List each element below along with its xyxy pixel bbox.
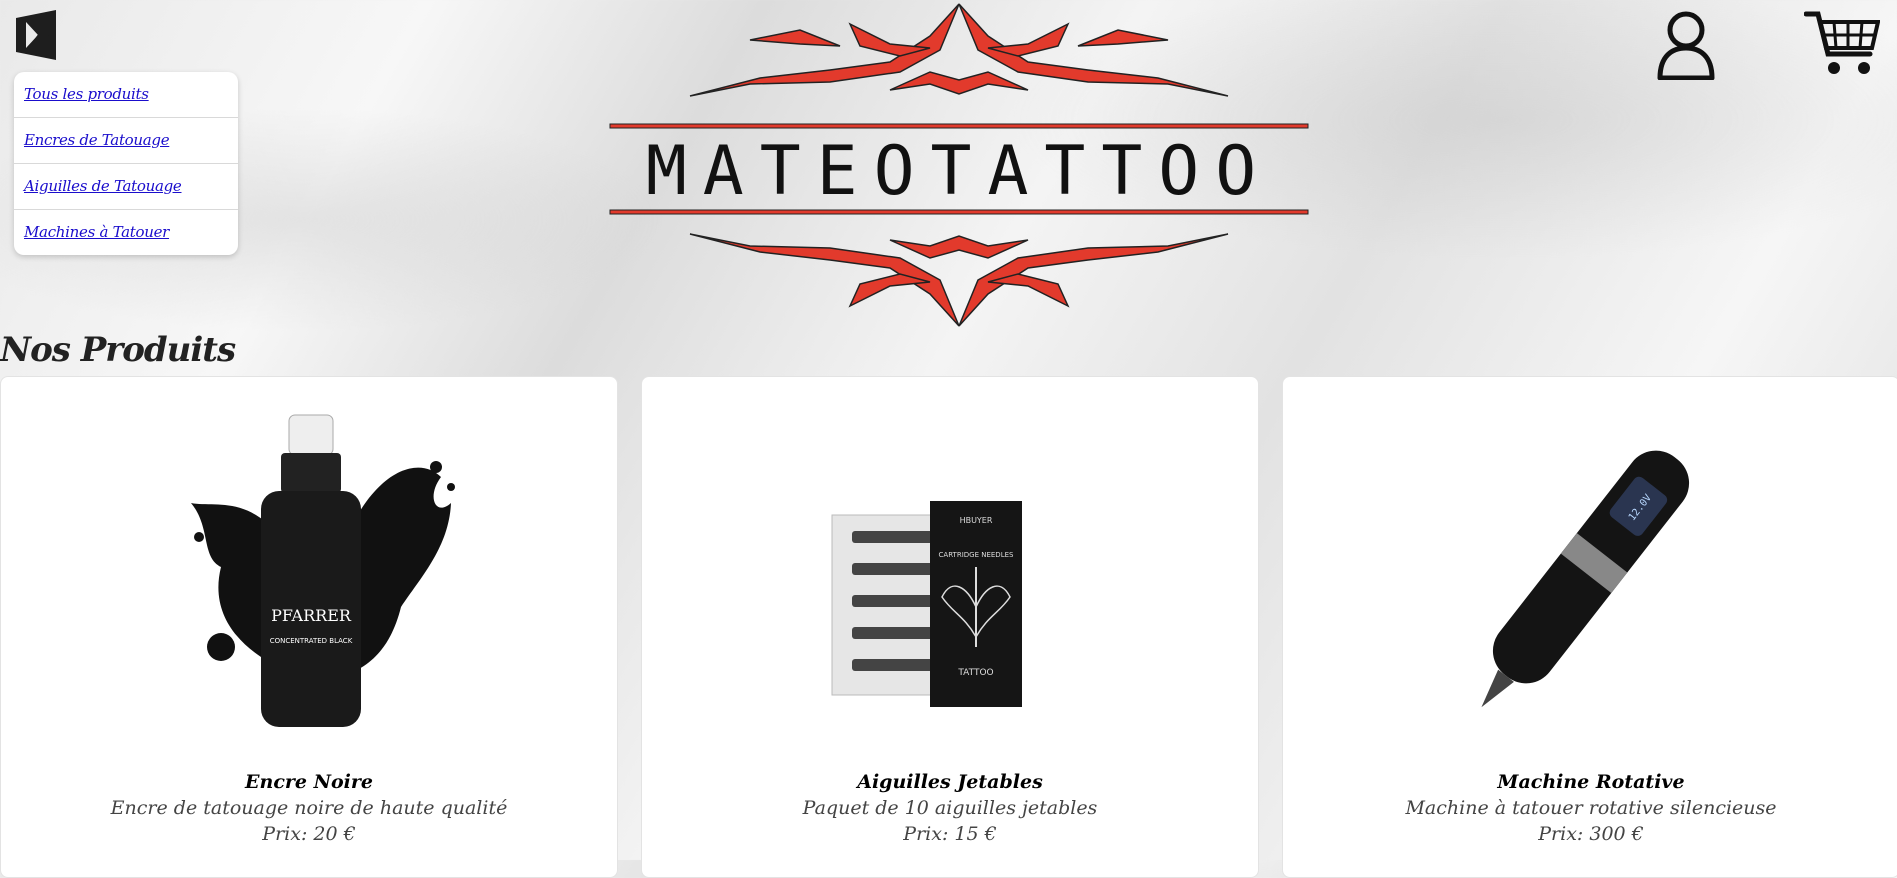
product-card-needles[interactable]: HBUYER CARTRIDGE NEEDLES TATTOO Aiguille… xyxy=(641,376,1259,878)
site-logo[interactable]: MATEOTATTOO xyxy=(600,0,1318,330)
product-card-machine[interactable]: 12.0V Machine Rotative Machine à tatouer… xyxy=(1282,376,1897,878)
product-description: Machine à tatouer rotative silencieuse xyxy=(1405,797,1777,819)
product-description: Paquet de 10 aiguilles jetables xyxy=(802,797,1098,819)
product-price: Prix: 15 € xyxy=(903,823,997,845)
product-price: Prix: 20 € xyxy=(262,823,356,845)
logo-text: MATEOTATTOO xyxy=(646,132,1272,211)
menu-item-tattoo-inks[interactable]: Encres de Tatouage xyxy=(14,118,238,164)
product-price: Prix: 300 € xyxy=(1538,823,1644,845)
close-menu-icon[interactable] xyxy=(12,6,62,64)
svg-text:CONCENTRATED BLACK: CONCENTRATED BLACK xyxy=(270,637,353,645)
product-name[interactable]: Aiguilles Jetables xyxy=(642,771,1258,793)
product-name[interactable]: Machine Rotative xyxy=(1283,771,1897,793)
svg-text:CARTRIDGE NEEDLES: CARTRIDGE NEEDLES xyxy=(939,551,1014,559)
product-image-black-ink-bottle: PFARRER CONCENTRATED BLACK xyxy=(151,407,467,727)
category-menu: Tous les produits Encres de Tatouage Aig… xyxy=(14,72,238,255)
product-image-rotary-pen-machine: 12.0V xyxy=(1433,407,1749,727)
svg-text:TATTOO: TATTOO xyxy=(957,668,993,678)
menu-item-all-products[interactable]: Tous les produits xyxy=(14,72,238,118)
cart-icon[interactable] xyxy=(1803,8,1881,80)
svg-text:HBUYER: HBUYER xyxy=(960,516,993,525)
product-image-needle-cartridges: HBUYER CARTRIDGE NEEDLES TATTOO xyxy=(792,407,1108,727)
product-description: Encre de tatouage noire de haute qualité xyxy=(110,797,508,819)
user-icon[interactable] xyxy=(1652,8,1720,81)
product-card-ink[interactable]: PFARRER CONCENTRATED BLACK Encre Noire E… xyxy=(0,376,618,878)
menu-item-tattoo-machines[interactable]: Machines à Tatouer xyxy=(14,210,238,255)
svg-text:PFARRER: PFARRER xyxy=(271,606,352,625)
product-name[interactable]: Encre Noire xyxy=(1,771,617,793)
section-title: Nos Produits xyxy=(0,330,236,370)
menu-item-tattoo-needles[interactable]: Aiguilles de Tatouage xyxy=(14,164,238,210)
